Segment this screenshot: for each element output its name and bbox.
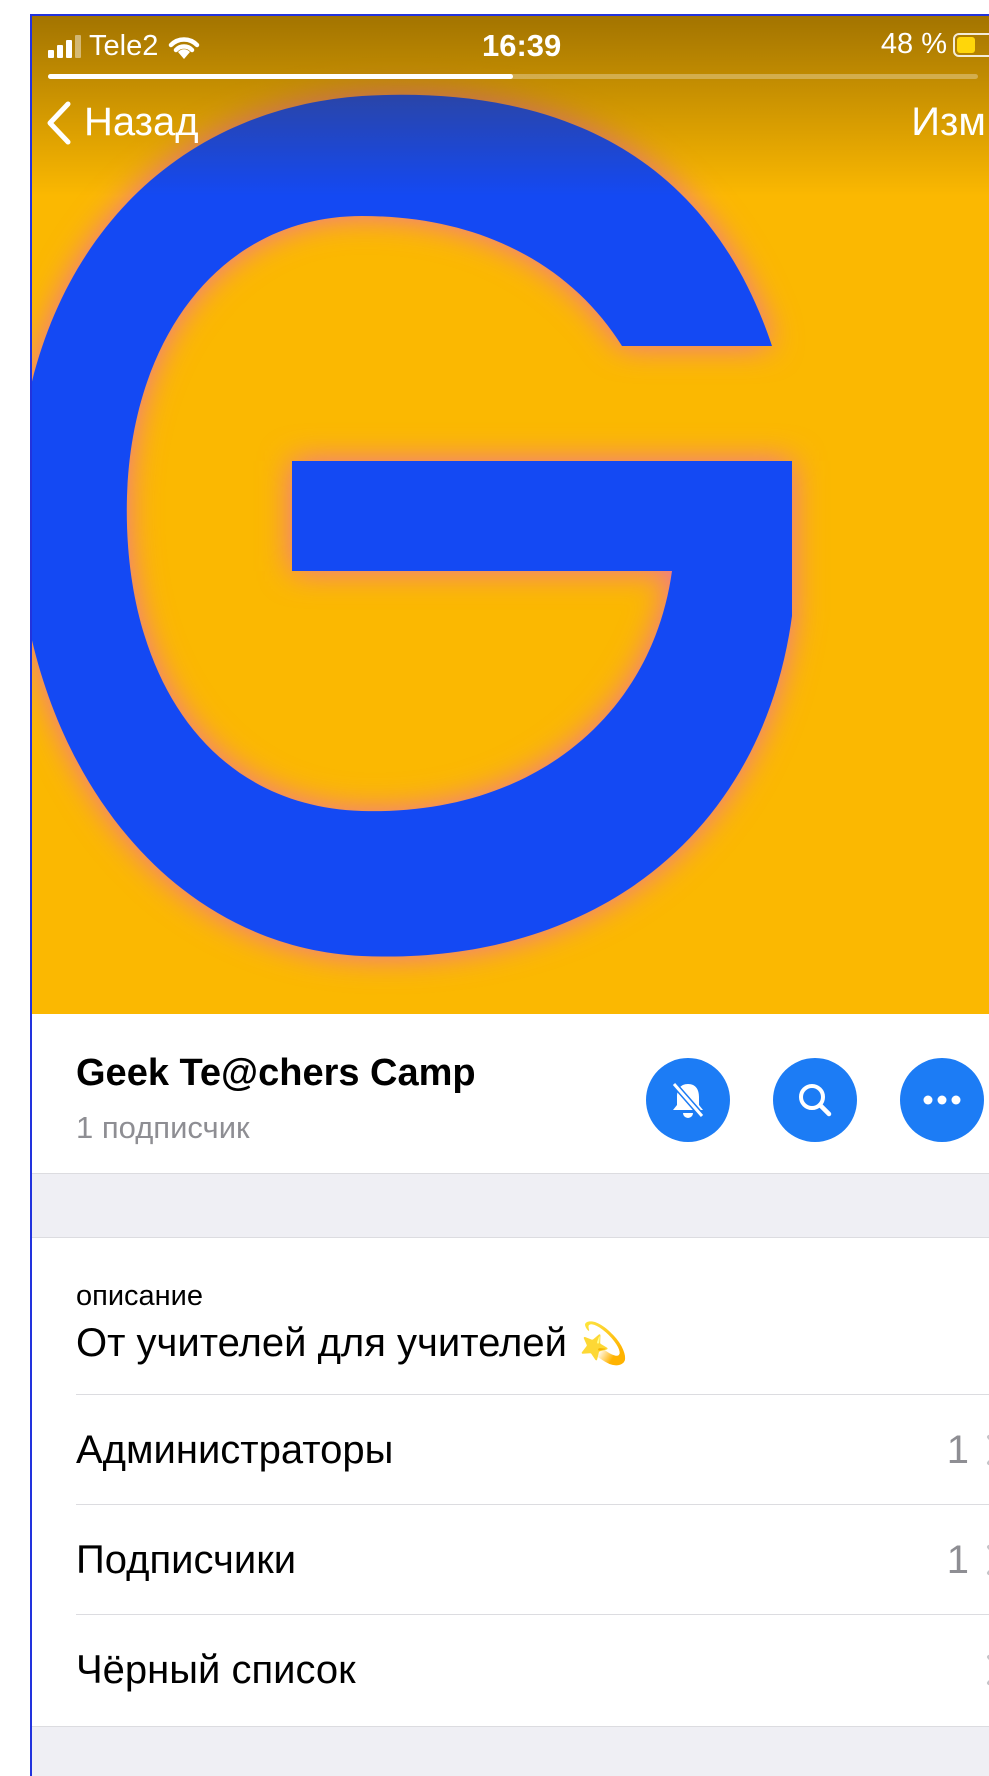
edit-button[interactable]: Изм. (911, 100, 989, 145)
description-block: описание От учителей для учителей 💫 (32, 1238, 989, 1394)
battery-icon (953, 32, 989, 57)
battery-percent: 48 % (880, 28, 947, 60)
chevron-left-icon (47, 101, 71, 144)
status-bar: Tele2 16:39 48 % (32, 16, 989, 79)
subscriber-count: 1 подписчик (76, 1110, 250, 1145)
story-progress-bar (48, 74, 978, 79)
description-text: От учителей для учителей (76, 1321, 567, 1365)
section-spacer (32, 1726, 989, 1776)
wifi-icon (169, 36, 200, 59)
description-label: описание (76, 1280, 204, 1312)
back-label: Назад (84, 100, 199, 144)
subscribers-count: 1 (946, 1538, 969, 1582)
chevron-right-icon (987, 1655, 989, 1685)
more-icon (923, 1095, 961, 1105)
admins-row[interactable]: Администраторы 1 (32, 1394, 989, 1504)
channel-info-list: описание От учителей для учителей 💫 Адми… (32, 1238, 989, 1724)
mute-button[interactable] (646, 1058, 730, 1142)
blacklist-row[interactable]: Чёрный список (32, 1614, 989, 1724)
channel-cover: Tele2 16:39 48 % Назад Изм. (32, 16, 989, 1014)
app-screen: Tele2 16:39 48 % Назад Изм. Geek Te@cher… (30, 14, 989, 1776)
channel-header: Geek Te@chers Camp 1 подписчик (32, 1014, 989, 1174)
admins-label: Администраторы (76, 1428, 394, 1472)
channel-title: Geek Te@chers Camp (76, 1052, 476, 1094)
cellular-signal-icon (48, 34, 81, 58)
mute-bell-icon (671, 1082, 705, 1118)
search-icon (799, 1084, 832, 1117)
subscribers-label: Подписчики (76, 1538, 297, 1582)
more-button[interactable] (900, 1058, 984, 1142)
search-button[interactable] (773, 1058, 857, 1142)
carrier-name: Tele2 (89, 30, 159, 62)
section-spacer (32, 1174, 989, 1238)
back-button[interactable]: Назад (46, 100, 199, 145)
chevron-right-icon (987, 1435, 989, 1465)
chevron-right-icon (987, 1545, 989, 1575)
subscribers-row[interactable]: Подписчики 1 (32, 1504, 989, 1614)
clock: 16:39 (482, 28, 562, 63)
admins-count: 1 (946, 1428, 969, 1472)
blacklist-label: Чёрный список (76, 1648, 356, 1692)
dizzy-emoji: 💫 (578, 1322, 629, 1366)
